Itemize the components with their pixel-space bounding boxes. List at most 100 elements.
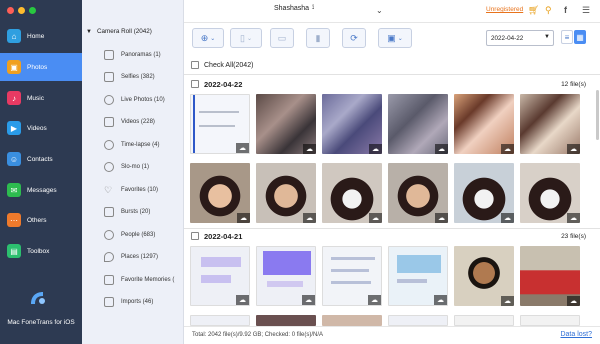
music-icon: ♪ <box>7 91 21 105</box>
heart-icon: ♡ <box>104 185 113 195</box>
photo-thumbnail[interactable]: ☁ <box>388 94 448 154</box>
cloud-icon: ☁ <box>567 213 580 223</box>
check-all[interactable]: Check All(2042) <box>191 61 253 69</box>
album-label: Time-lapse (4) <box>121 142 160 148</box>
album-item[interactable]: Slo-mo (1) <box>104 160 184 174</box>
photo-thumbnail[interactable]: ☁ <box>256 94 316 154</box>
chevron-down-icon[interactable]: ⌄ <box>376 6 383 15</box>
photo-thumbnail[interactable]: ☁ <box>388 246 448 306</box>
export-to-device-button[interactable]: ▯ ⌄ <box>230 28 262 48</box>
brand-logo-icon <box>31 292 45 304</box>
group-checkbox[interactable] <box>191 80 199 88</box>
delete-button[interactable]: ▮ <box>306 28 330 48</box>
album-item[interactable]: Panoramas (1) <box>104 48 184 62</box>
photo-thumbnail[interactable] <box>256 315 316 326</box>
group-date: 2022-04-21 <box>204 231 243 241</box>
cloud-icon: ☁ <box>434 295 447 305</box>
photo-thumbnail[interactable] <box>322 315 382 326</box>
export-device-icon: ▯ <box>240 32 245 43</box>
export-to-pc-button[interactable]: ▭ <box>270 28 294 48</box>
scrollbar[interactable] <box>596 90 599 140</box>
device-selector[interactable]: Shashasha ⟟ <box>268 5 314 12</box>
photo-thumbnail[interactable]: ☁ <box>322 94 382 154</box>
add-icon: ⊕ <box>200 32 209 43</box>
photo-thumbnail[interactable]: ☁ <box>322 246 382 306</box>
album-item[interactable]: Live Photos (10) <box>104 93 184 107</box>
group-checkbox[interactable] <box>191 232 199 240</box>
zoom-window-button[interactable] <box>29 7 36 14</box>
check-all-label: Check All(2042) <box>204 61 254 69</box>
album-item[interactable]: Time-lapse (4) <box>104 138 184 152</box>
date-filter-value: 2022-04-22 <box>491 34 524 42</box>
unregistered-link[interactable]: Unregistered <box>486 6 523 13</box>
album-camera-roll[interactable]: ▼ Camera Roll (2042) <box>86 28 152 35</box>
photo-thumbnail[interactable] <box>454 315 514 326</box>
photo-thumbnail[interactable] <box>388 315 448 326</box>
date-filter-select[interactable]: 2022-04-22 ▼ <box>486 30 554 46</box>
brand-name: Mac FoneTrans for iOS <box>7 319 75 326</box>
album-item[interactable]: ♡ Favorites (10) <box>104 183 184 197</box>
facebook-icon[interactable]: f <box>564 5 567 15</box>
photo-thumbnail[interactable]: ☁ <box>454 94 514 154</box>
album-item[interactable]: Favorite Memories ( <box>104 273 184 287</box>
photo-thumbnail[interactable] <box>190 315 250 326</box>
cloud-icon: ☁ <box>303 144 316 154</box>
date-group-header: 2022-04-21 23 file(s) <box>191 229 586 243</box>
sidebar-item-messages[interactable]: ✉ Messages <box>0 176 82 204</box>
sidebar-item-home[interactable]: ⌂ Home <box>0 22 82 50</box>
cloud-icon: ☁ <box>501 296 514 306</box>
sidebar-item-toolbox[interactable]: ▤ Toolbox <box>0 237 82 265</box>
album-item[interactable]: Videos (228) <box>104 115 184 129</box>
date-group-header: 2022-04-22 12 file(s) <box>191 77 586 91</box>
photo-thumbnail[interactable]: ☁ <box>190 163 250 223</box>
photo-thumbnail[interactable]: ☁ <box>454 163 514 223</box>
group-count: 23 file(s) <box>561 232 586 240</box>
album-item[interactable]: People (683) <box>104 228 184 242</box>
close-window-button[interactable] <box>7 7 14 14</box>
cloud-icon: ☁ <box>501 213 514 223</box>
sidebar-item-label: Home <box>27 32 45 40</box>
check-all-checkbox[interactable] <box>191 61 199 69</box>
sidebar-item-others[interactable]: ⋯ Others <box>0 206 82 234</box>
album-item[interactable]: Imports (46) <box>104 295 184 309</box>
photo-thumbnail[interactable]: ☁ <box>256 246 316 306</box>
photo-thumbnail[interactable]: ☁ <box>256 163 316 223</box>
places-icon <box>104 252 114 262</box>
photo-thumbnail[interactable]: ☁ <box>190 246 250 306</box>
sidebar-item-videos[interactable]: ▶ Videos <box>0 114 82 142</box>
grid-view-button[interactable]: ▦ <box>574 30 586 44</box>
photo-thumbnail[interactable]: ☁ <box>520 163 580 223</box>
minimize-window-button[interactable] <box>18 7 25 14</box>
cloud-icon: ☁ <box>303 213 316 223</box>
add-button[interactable]: ⊕ ⌄ <box>192 28 224 48</box>
photo-thumbnail[interactable]: ☁ <box>388 163 448 223</box>
album-label: Imports (46) <box>121 299 154 305</box>
album-item[interactable]: Places (1297) <box>104 250 184 264</box>
photo-thumbnail[interactable]: ☁ <box>322 163 382 223</box>
list-view-icon: ≡ <box>564 32 570 42</box>
cloud-icon: ☁ <box>567 144 580 154</box>
photo-thumbnail[interactable] <box>520 315 580 326</box>
sidebar-item-music[interactable]: ♪ Music <box>0 84 82 112</box>
toolbox-button[interactable]: ▣ ⌄ <box>378 28 412 48</box>
photo-thumbnail[interactable]: ☁ <box>520 94 580 154</box>
photo-thumbnail[interactable]: ☁ <box>454 246 514 306</box>
messages-icon: ✉ <box>7 183 21 197</box>
sidebar-item-photos[interactable]: ▣ Photos <box>0 53 82 81</box>
photo-thumbnail[interactable]: ☁ <box>520 246 580 306</box>
sidebar-item-contacts[interactable]: ☺ Contacts <box>0 145 82 173</box>
sidebar: ⌂ Home ▣ Photos ♪ Music ▶ Videos ☺ Conta… <box>0 0 82 344</box>
menu-icon[interactable]: ☰ <box>582 5 590 16</box>
toolbox-icon: ▤ <box>7 244 21 258</box>
live-photo-icon <box>104 95 114 105</box>
cart-icon[interactable]: 🛒︎ <box>528 5 539 16</box>
key-icon[interactable]: ⚲ <box>545 5 552 16</box>
album-item[interactable]: Selfies (382) <box>104 70 184 84</box>
photo-thumbnail[interactable]: ☁ <box>190 94 250 154</box>
data-lost-link[interactable]: Data lost? <box>560 331 592 338</box>
cloud-icon: ☁ <box>236 295 249 305</box>
album-item[interactable]: Bursts (20) <box>104 205 184 219</box>
album-label: People (683) <box>121 232 156 238</box>
list-view-button[interactable]: ≡ <box>561 30 573 44</box>
refresh-button[interactable]: ⟳ <box>342 28 366 48</box>
